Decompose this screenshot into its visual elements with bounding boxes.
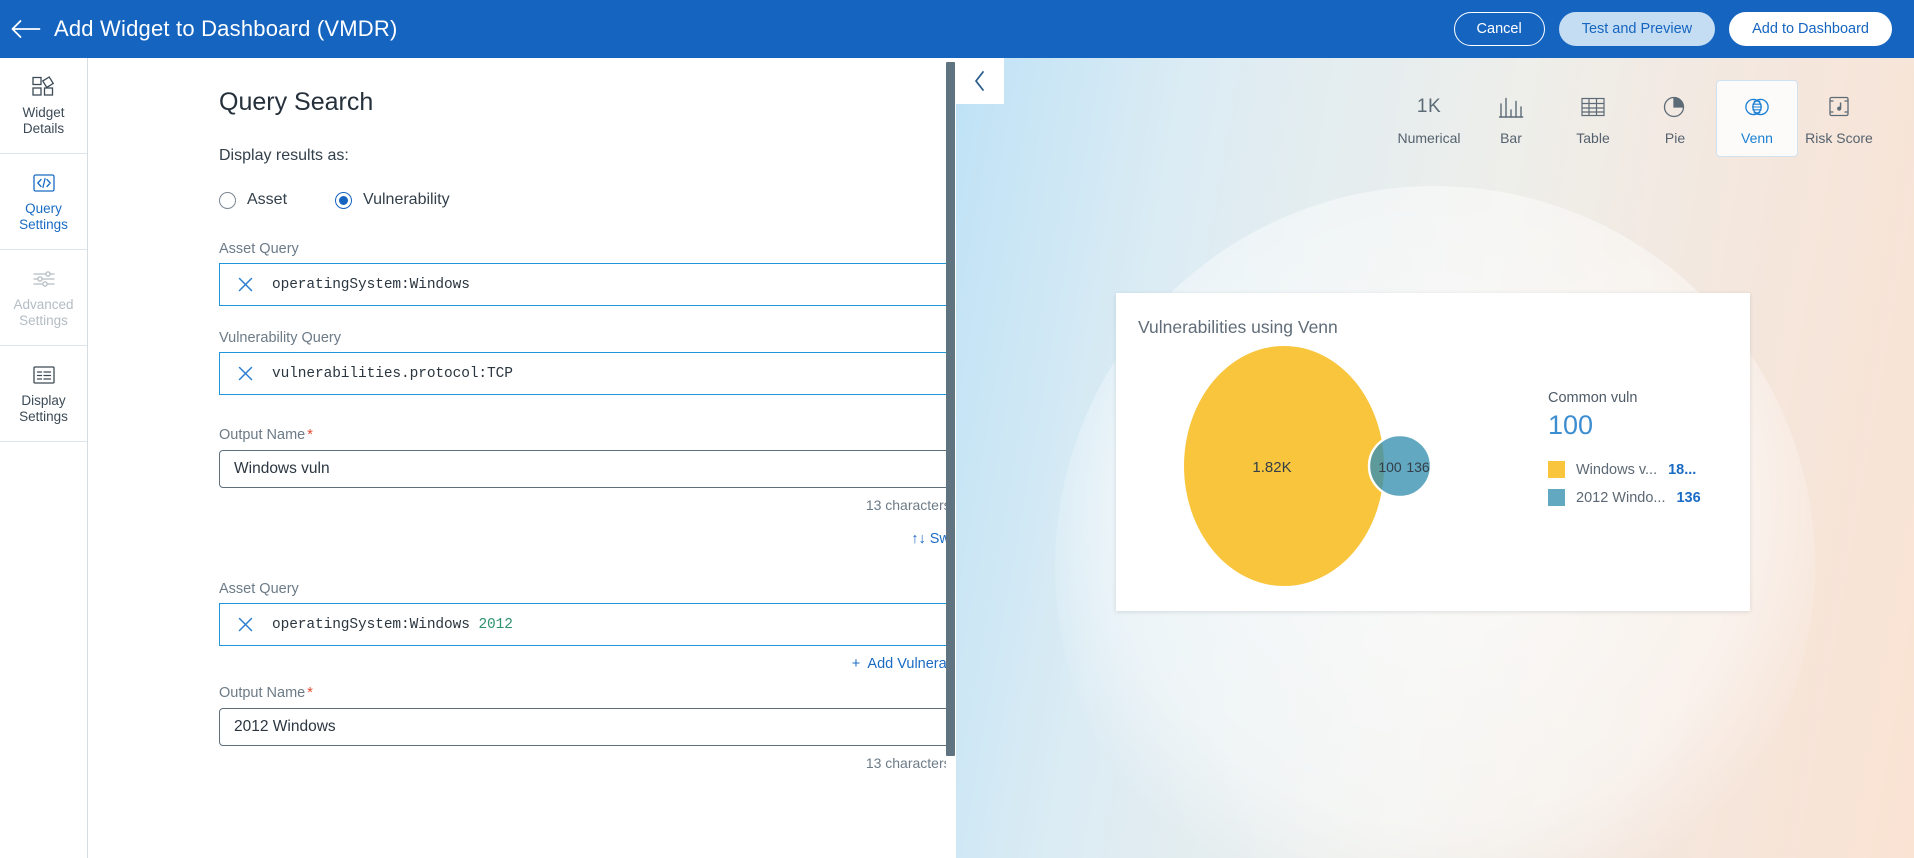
page-title: Add Widget to Dashboard (VMDR) bbox=[54, 16, 398, 41]
app-header: Add Widget to Dashboard (VMDR) Cancel Te… bbox=[0, 0, 1914, 58]
venn-chart: 1.82K 100 136 Common vuln 100 Windows v.… bbox=[1116, 338, 1750, 588]
vulnerability-query-label: Vulnerability Query bbox=[219, 330, 341, 346]
chars-remaining-1: 13 characters remaining bbox=[865, 497, 953, 513]
sidebar-item-label: Query Settings bbox=[19, 201, 68, 232]
legend-name-b: 2012 Windo... bbox=[1576, 489, 1666, 506]
display-results-radio-group: Asset Vulnerability bbox=[219, 191, 953, 209]
legend-swatch-b bbox=[1548, 489, 1565, 506]
asset-query-input-2[interactable]: operatingSystem:Windows 2012 ? bbox=[219, 603, 953, 646]
chart-type-numerical[interactable]: 1K Numerical bbox=[1388, 80, 1470, 157]
asset-query-label-2: Asset Query bbox=[219, 581, 299, 597]
chart-type-risk-score[interactable]: Risk Score bbox=[1798, 80, 1880, 157]
venn-diagram-icon bbox=[1743, 93, 1771, 121]
add-vulnerability-query-link[interactable]: + Add Vulnerability query bbox=[219, 656, 953, 672]
test-and-preview-button[interactable]: Test and Preview bbox=[1558, 12, 1716, 46]
venn-label-a: 1.82K bbox=[1252, 459, 1291, 476]
sidebar: Widget Details Query Settings Advanced Sett… bbox=[0, 58, 88, 858]
display-list-icon bbox=[31, 362, 57, 388]
collapse-panel-button[interactable] bbox=[956, 58, 1004, 104]
cancel-button[interactable]: Cancel bbox=[1453, 12, 1545, 46]
legend-value-a: 18... bbox=[1668, 461, 1697, 478]
output-name-value-1: Windows vuln bbox=[234, 460, 330, 477]
widget-preview-panel: 1K Numerical Bar Table Pie Venn Risk Sco… bbox=[956, 58, 1914, 858]
sidebar-item-label: Advanced Settings bbox=[13, 297, 74, 328]
numeric-1k-icon: 1K bbox=[1416, 96, 1442, 117]
sliders-icon bbox=[31, 266, 57, 292]
radio-asset-label: Asset bbox=[247, 191, 288, 208]
back-arrow-icon[interactable] bbox=[0, 0, 52, 58]
asset-query-label: Asset Query bbox=[219, 241, 299, 257]
legend-caption: Common vuln bbox=[1548, 390, 1638, 406]
legend-row[interactable]: 2012 Windo... 136 bbox=[1548, 489, 1738, 506]
radio-vulnerability-label: Vulnerability bbox=[363, 191, 450, 208]
sidebar-item-display-settings[interactable]: Display Settings bbox=[0, 346, 87, 442]
switch-query-link[interactable]: ↑↓Switch Query bbox=[219, 531, 953, 547]
vulnerability-query-value: vulnerabilities.protocol:TCP bbox=[272, 365, 513, 382]
legend-common-value: 100 bbox=[1548, 410, 1594, 440]
query-settings-form: Query Search Display results as: Asset V… bbox=[89, 58, 953, 858]
bar-chart-icon bbox=[1498, 93, 1524, 121]
legend-name-a: Windows v... bbox=[1576, 461, 1658, 478]
widget-shapes-icon bbox=[31, 74, 57, 100]
header-actions: Cancel Test and Preview Add to Dashboard bbox=[1453, 12, 1914, 46]
chart-type-pie[interactable]: Pie bbox=[1634, 80, 1716, 157]
pie-chart-icon bbox=[1662, 93, 1688, 121]
output-name-label-2: Output Name * bbox=[219, 685, 313, 701]
asset-query-value-2: operatingSystem:Windows 2012 bbox=[272, 616, 513, 633]
widget-card-title: Vulnerabilities using Venn bbox=[1138, 317, 1338, 337]
asset-query-header: Asset Query 4 bbox=[219, 231, 953, 257]
clear-icon[interactable] bbox=[234, 616, 256, 633]
risk-score-icon bbox=[1826, 93, 1852, 121]
radio-vulnerability[interactable]: Vulnerability bbox=[335, 191, 450, 209]
chars-remaining-2: 13 characters remaining bbox=[865, 755, 953, 771]
asset-query-header-2: Asset Query 4 bbox=[219, 571, 953, 597]
radio-asset-indicator bbox=[219, 191, 236, 209]
remove-query-link[interactable]: Remove bbox=[219, 405, 953, 421]
query-group-1: Asset Query 4 operat bbox=[219, 231, 953, 547]
form-title: Query Search bbox=[219, 88, 374, 116]
chart-type-venn[interactable]: Venn bbox=[1716, 80, 1798, 157]
chart-type-selector: 1K Numerical Bar Table Pie Venn Risk Sco… bbox=[1388, 80, 1880, 157]
asset-query-input[interactable]: operatingSystem:Windows bbox=[219, 263, 953, 306]
clear-icon[interactable] bbox=[234, 276, 256, 293]
venn-svg: 1.82K 100 136 bbox=[1184, 346, 1433, 586]
query-group-2: Asset Query 4 bbox=[219, 571, 953, 771]
plus-icon: + bbox=[851, 656, 861, 672]
radio-asset[interactable]: Asset bbox=[219, 191, 287, 209]
display-results-label: Display results as: bbox=[219, 147, 349, 164]
output-name-label-1: Output Name * bbox=[219, 427, 313, 443]
output-name-input-1[interactable]: Windows vuln bbox=[219, 450, 953, 488]
sidebar-item-label: Display Settings bbox=[19, 393, 68, 424]
add-to-dashboard-button[interactable]: Add to Dashboard bbox=[1729, 12, 1892, 46]
output-name-value-2: 2012 Windows bbox=[234, 718, 336, 735]
chart-type-bar[interactable]: Bar bbox=[1470, 80, 1552, 157]
venn-legend: Common vuln 100 Windows v... 18... 2012 … bbox=[1548, 390, 1738, 506]
sidebar-item-query-settings[interactable]: Query Settings bbox=[0, 154, 87, 250]
legend-row[interactable]: Windows v... 18... bbox=[1548, 461, 1738, 478]
chart-type-table[interactable]: Table bbox=[1552, 80, 1634, 157]
form-scrollbar-thumb[interactable] bbox=[946, 62, 955, 756]
legend-value-b: 136 bbox=[1676, 489, 1701, 506]
venn-label-b: 136 bbox=[1406, 459, 1430, 475]
vulnerability-query-input[interactable]: vulnerabilities.protocol:TCP ? bbox=[219, 352, 953, 395]
venn-label-intersection: 100 bbox=[1378, 459, 1402, 475]
code-brackets-icon bbox=[31, 170, 57, 196]
widget-preview-card: Vulnerabilities using Venn 1.82K 100 136… bbox=[1116, 293, 1750, 611]
output-name-input-2[interactable]: 2012 Windows bbox=[219, 708, 953, 746]
clear-icon[interactable] bbox=[234, 365, 256, 382]
sidebar-item-label: Widget Details bbox=[22, 105, 65, 136]
asset-query-value: operatingSystem:Windows bbox=[272, 276, 470, 293]
sidebar-item-advanced-settings[interactable]: Advanced Settings bbox=[0, 250, 87, 346]
table-grid-icon bbox=[1580, 93, 1606, 121]
vuln-query-header: Vulnerability Query bbox=[219, 320, 953, 346]
legend-swatch-a bbox=[1548, 461, 1565, 478]
radio-vulnerability-indicator bbox=[335, 191, 353, 209]
switch-arrows-icon: ↑↓ bbox=[911, 531, 926, 547]
sidebar-item-widget-details[interactable]: Widget Details bbox=[0, 58, 87, 154]
